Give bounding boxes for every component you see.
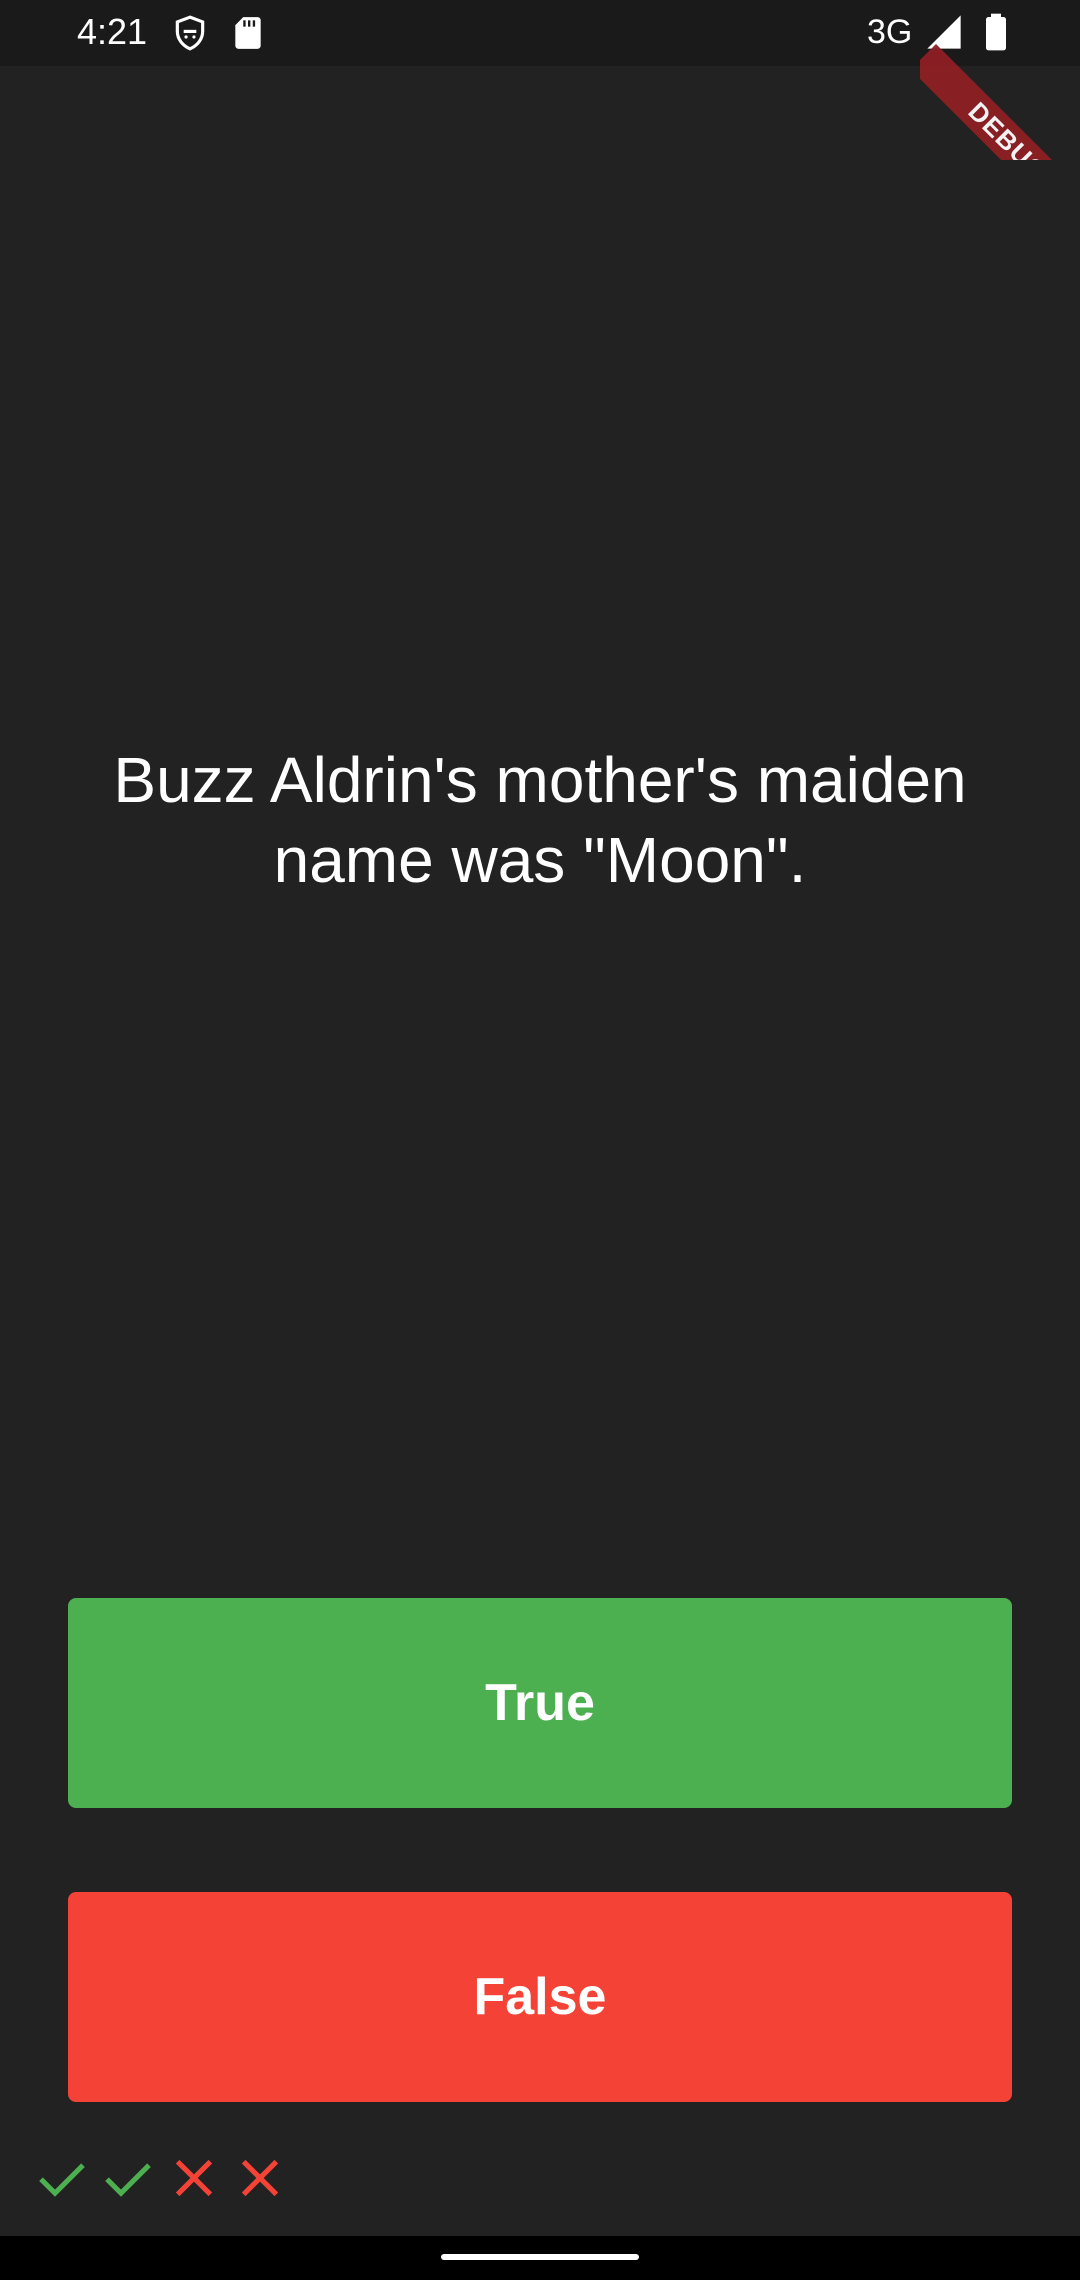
check-icon xyxy=(34,2150,90,2206)
check-icon xyxy=(100,2150,156,2206)
shield-face-icon xyxy=(171,14,209,52)
cross-icon xyxy=(232,2150,288,2206)
question-text: Buzz Aldrin's mother's maiden name was "… xyxy=(113,744,967,896)
quiz-screen: 4:21 3G DEBUG Buzz Aldrin's mother's mai… xyxy=(0,0,1080,2280)
home-gesture-handle[interactable] xyxy=(441,2254,639,2260)
cross-icon xyxy=(166,2150,222,2206)
sd-card-icon xyxy=(229,14,267,52)
status-bar: 4:21 3G xyxy=(0,0,1080,66)
navigation-bar xyxy=(0,2236,1080,2280)
status-time: 4:21 xyxy=(77,11,148,52)
true-button[interactable]: True xyxy=(68,1598,1012,1808)
signal-icon xyxy=(924,12,962,50)
score-keeper xyxy=(34,2150,298,2206)
false-button[interactable]: False xyxy=(68,1892,1012,2102)
battery-icon xyxy=(976,12,1014,51)
network-type: 3G xyxy=(867,13,913,51)
